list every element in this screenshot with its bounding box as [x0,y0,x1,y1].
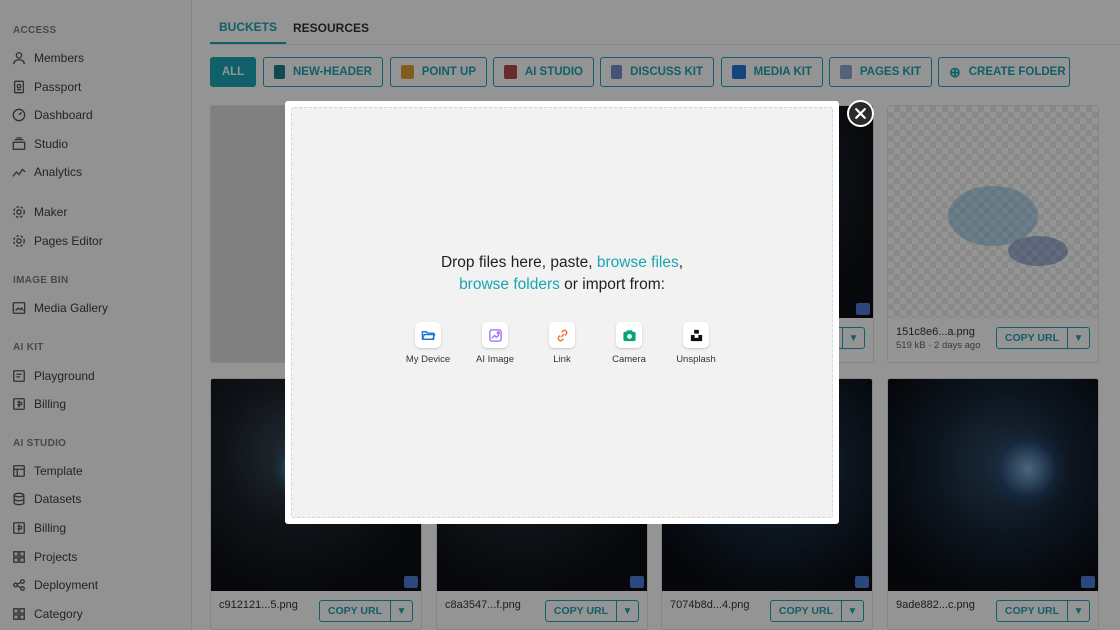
upload-modal: Drop files here, paste, browse files, br… [285,101,839,524]
source-icon-box [616,322,642,348]
browse-folders-link[interactable]: browse folders [459,276,560,293]
ai-image-icon [488,328,502,342]
file-dropzone[interactable]: Drop files here, paste, browse files, br… [291,107,833,518]
close-modal-button[interactable] [847,100,874,127]
drop-instructions-line-1: Drop files here, paste, browse files, [292,254,832,272]
source-label: Unsplash [676,354,716,365]
drop-instructions-line-2: browse folders or import from: [292,276,832,294]
link-icon [557,329,567,341]
browse-files-link[interactable]: browse files [597,254,679,271]
source-unsplash-button[interactable]: Unsplash [666,322,726,365]
source-label: Link [553,354,571,365]
folder-open-icon [421,330,436,340]
source-camera-button[interactable]: Camera [599,322,659,365]
source-label: Camera [612,354,646,365]
source-icon-box [482,322,508,348]
source-icon-box [549,322,575,348]
source-icon-box [683,322,709,348]
source-my-device-button[interactable]: My Device [398,322,458,365]
source-label: My Device [405,354,451,365]
camera-icon [622,329,636,341]
source-label: AI Image [475,354,515,365]
source-link-button[interactable]: Link [532,322,592,365]
drop-text-prefix: Drop files here, paste, [440,254,597,271]
source-icon-box [415,322,441,348]
drop-text-comma: , [678,254,684,271]
drop-text-suffix: or import from: [559,276,665,293]
close-icon [855,108,866,119]
unsplash-icon [690,329,702,341]
source-ai-image-button[interactable]: AI Image [465,322,525,365]
